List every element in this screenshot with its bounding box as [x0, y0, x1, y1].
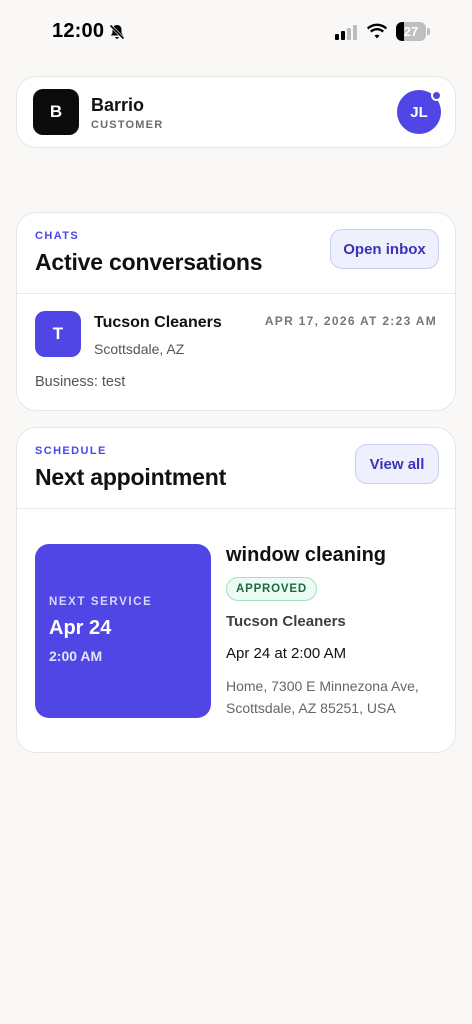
schedule-section-label: SCHEDULE	[35, 445, 107, 457]
chat-business-name: Tucson Cleaners	[94, 314, 222, 331]
next-service-date: Apr 24	[49, 617, 112, 639]
appointment-business: Tucson Cleaners	[226, 613, 346, 630]
next-service-time: 2:00 AM	[49, 648, 103, 664]
status-badge: APPROVED	[226, 577, 317, 601]
notification-dot	[431, 90, 442, 101]
schedule-card: SCHEDULE Next appointment View all NEXT …	[16, 427, 456, 753]
brand-logo: B	[33, 89, 79, 135]
status-bar: 12:00 27	[0, 0, 472, 64]
divider	[17, 508, 455, 509]
cellular-signal-icon	[335, 25, 357, 40]
address-line-1: Home, 7300 E Minnezona Ave,	[226, 678, 419, 694]
chat-message-preview: Business: test	[35, 374, 126, 390]
status-time: 12:00	[52, 20, 105, 42]
appointment-address: Home, 7300 E Minnezona Ave, Scottsdale, …	[226, 675, 446, 719]
address-line-2: Scottsdale, AZ 85251, USA	[226, 700, 396, 716]
battery-icon: 27	[396, 22, 430, 42]
chats-title: Active conversations	[35, 249, 263, 275]
divider	[17, 293, 455, 294]
user-role-label: CUSTOMER	[91, 119, 164, 131]
chat-business-location: Scottsdale, AZ	[94, 341, 185, 357]
appointment-datetime: Apr 24 at 2:00 AM	[226, 645, 347, 662]
next-service-label: NEXT SERVICE	[49, 596, 153, 608]
chats-section-label: CHATS	[35, 230, 80, 242]
chat-timestamp: APR 17, 2026 AT 2:23 AM	[264, 314, 437, 328]
chat-business-avatar: T	[35, 311, 81, 357]
chats-card: CHATS Active conversations Open inbox T …	[16, 212, 456, 411]
schedule-title: Next appointment	[35, 464, 227, 490]
next-service-tile: NEXT SERVICE Apr 24 2:00 AM	[35, 544, 211, 718]
brand-name: Barrio	[91, 95, 145, 115]
bell-slash-icon	[109, 24, 125, 40]
appointment-service: window cleaning	[226, 544, 387, 566]
open-inbox-button[interactable]: Open inbox	[330, 229, 439, 269]
header-card: B Barrio CUSTOMER JL	[16, 76, 456, 148]
battery-level: 27	[403, 24, 419, 39]
view-all-button[interactable]: View all	[355, 444, 439, 484]
wifi-icon	[366, 23, 388, 39]
